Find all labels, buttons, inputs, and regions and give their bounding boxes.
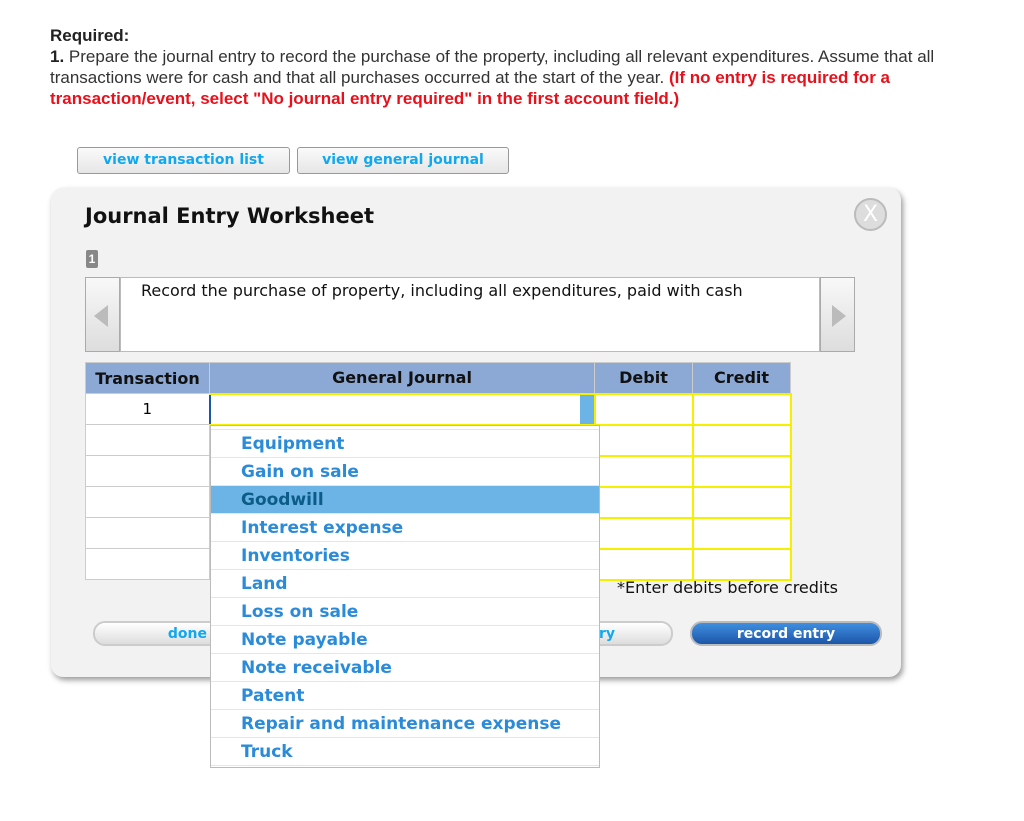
transaction-cell — [85, 424, 210, 456]
option-loss-on-sale[interactable]: Loss on sale — [211, 598, 599, 626]
chevron-left-icon — [94, 305, 108, 327]
transaction-cell — [85, 548, 210, 580]
worksheet-title: Journal Entry Worksheet — [85, 204, 375, 228]
header-transaction: Transaction — [85, 362, 210, 394]
transaction-cell — [85, 455, 210, 487]
option-note-payable[interactable]: Note payable — [211, 626, 599, 654]
required-heading: Required: — [50, 26, 130, 45]
credit-input[interactable] — [691, 454, 792, 488]
debit-input[interactable] — [593, 454, 694, 488]
header-credit: Credit — [692, 362, 791, 394]
view-transaction-list-button[interactable]: view transaction list — [77, 147, 290, 174]
transaction-cell: 1 — [85, 393, 210, 425]
credit-input[interactable] — [691, 485, 792, 519]
header-debit: Debit — [594, 362, 693, 394]
credit-input[interactable] — [691, 516, 792, 550]
debit-input[interactable] — [593, 485, 694, 519]
credit-input[interactable] — [691, 392, 792, 426]
account-dropdown[interactable]: Equipment Gain on sale Goodwill Interest… — [210, 425, 600, 768]
account-select[interactable] — [208, 392, 596, 426]
chevron-right-icon — [832, 305, 846, 327]
option-land[interactable]: Land — [211, 570, 599, 598]
page-badge: 1 — [86, 250, 98, 268]
debit-input[interactable] — [593, 392, 694, 426]
debit-input[interactable] — [593, 516, 694, 550]
instructions: Required: 1. Prepare the journal entry t… — [50, 25, 1010, 109]
option-goodwill[interactable]: Goodwill — [211, 486, 599, 514]
view-general-journal-button[interactable]: view general journal — [297, 147, 509, 174]
option-inventories[interactable]: Inventories — [211, 542, 599, 570]
debit-input[interactable] — [593, 423, 694, 457]
chevron-down-icon[interactable] — [579, 394, 594, 424]
record-entry-button[interactable]: record entry — [690, 621, 882, 646]
option-truck[interactable]: Truck — [211, 738, 599, 766]
option-patent[interactable]: Patent — [211, 682, 599, 710]
debits-note: *Enter debits before credits — [617, 578, 838, 597]
transaction-description: Record the purchase of property, includi… — [120, 277, 820, 352]
credit-input[interactable] — [691, 423, 792, 457]
debit-input[interactable] — [593, 547, 694, 581]
credit-input[interactable] — [691, 547, 792, 581]
option-equipment[interactable]: Equipment — [211, 430, 599, 458]
question-number: 1. — [50, 47, 65, 66]
option-repair-and-maintenance-expense[interactable]: Repair and maintenance expense — [211, 710, 599, 738]
table-row: 1 — [85, 392, 792, 426]
option-note-receivable[interactable]: Note receivable — [211, 654, 599, 682]
transaction-cell — [85, 517, 210, 549]
transaction-cell — [85, 486, 210, 518]
prev-button[interactable] — [85, 277, 120, 352]
option-gain-on-sale[interactable]: Gain on sale — [211, 458, 599, 486]
next-button[interactable] — [820, 277, 855, 352]
close-icon[interactable]: X — [854, 198, 887, 231]
header-general-journal: General Journal — [209, 362, 595, 394]
option-interest-expense[interactable]: Interest expense — [211, 514, 599, 542]
